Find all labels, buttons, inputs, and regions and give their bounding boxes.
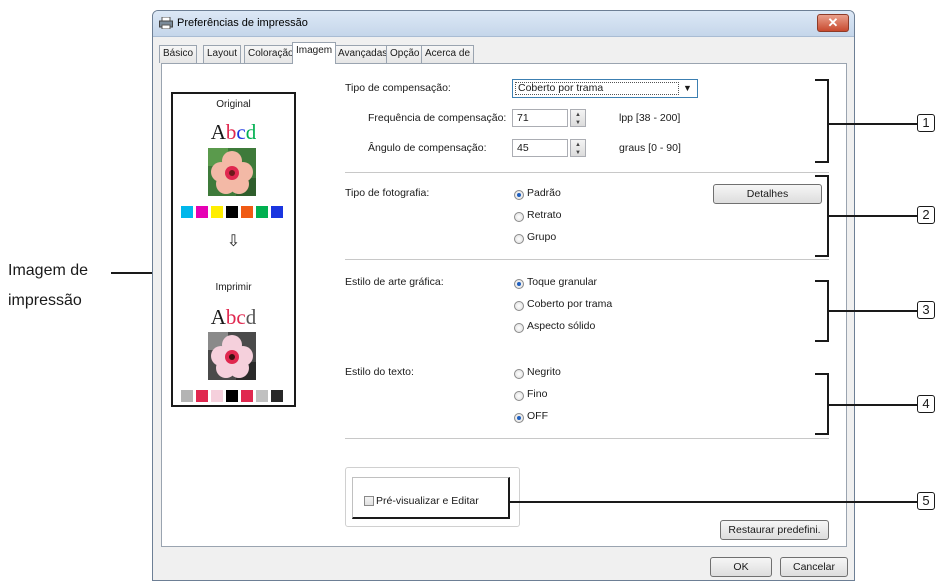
divider [345, 172, 829, 173]
print-color-swatch [256, 390, 268, 402]
radio-coberto-por-trama-label: Coberto por trama [527, 298, 613, 310]
radio-fino-label: Fino [527, 388, 548, 400]
angle-label: Ângulo de compensação: [368, 142, 487, 154]
radio-off[interactable] [514, 413, 524, 423]
angle-stepper[interactable]: ▲ ▼ [570, 139, 586, 157]
print-sample-text: Abcd [210, 305, 257, 329]
print-flower-image [208, 332, 256, 380]
preview-edit-checkbox[interactable] [364, 496, 374, 506]
tab-imagem[interactable]: Imagem [292, 42, 337, 64]
bracket-1 [815, 79, 829, 163]
original-sample-text: Abcd [210, 120, 257, 144]
divider [345, 438, 829, 439]
radio-aspecto-solido[interactable] [514, 323, 524, 333]
radio-toque-granular-label: Toque granular [527, 276, 598, 288]
print-color-swatch [271, 390, 283, 402]
radio-negrito[interactable] [514, 369, 524, 379]
tab-layout[interactable]: Layout [203, 45, 242, 63]
radio-negrito-label: Negrito [527, 366, 561, 378]
callout-3: 3 [917, 301, 935, 319]
original-color-swatch [211, 206, 223, 218]
callout-line-5 [510, 501, 917, 503]
original-color-swatch [256, 206, 268, 218]
preview-edit-label: Pré-visualizar e Editar [376, 495, 479, 507]
callout-line-1 [829, 123, 917, 125]
frequency-unit: lpp [38 - 200] [619, 112, 681, 124]
print-image-preview: Original Abcd ⇩ Imprimir Abcd [171, 92, 296, 407]
window-title: Preferências de impressão [177, 17, 308, 29]
annotation-line2: impressão [8, 292, 82, 309]
angle-unit: graus [0 - 90] [619, 142, 681, 154]
bracket-4 [815, 373, 829, 435]
compensation-type-value: Coberto por trama [515, 82, 679, 95]
original-color-swatch [271, 206, 283, 218]
print-color-swatch [226, 390, 238, 402]
radio-aspecto-solido-label: Aspecto sólido [527, 320, 596, 332]
original-color-swatch [196, 206, 208, 218]
radio-grupo[interactable] [514, 234, 524, 244]
callout-1: 1 [917, 114, 935, 132]
original-flower-image [208, 148, 256, 196]
frequency-label: Frequência de compensação: [368, 112, 507, 124]
radio-toque-granular[interactable] [514, 279, 524, 289]
compensation-type-select[interactable]: Coberto por trama ▼ [512, 79, 698, 98]
print-label: Imprimir [215, 282, 252, 293]
radio-coberto-por-trama[interactable] [514, 301, 524, 311]
frequency-stepper[interactable]: ▲ ▼ [570, 109, 586, 127]
text-style-label: Estilo do texto: [345, 366, 414, 378]
callout-5: 5 [917, 492, 935, 510]
tab-acerca-de[interactable]: Acerca de [421, 45, 475, 63]
callout-line-4 [829, 404, 917, 406]
callout-2: 2 [917, 206, 935, 224]
tab-avancadas[interactable]: Avançadas [334, 45, 392, 63]
original-color-swatch [241, 206, 253, 218]
angle-input[interactable]: 45 [512, 139, 568, 157]
radio-padrao[interactable] [514, 190, 524, 200]
original-label: Original [216, 99, 251, 110]
print-color-swatch [211, 390, 223, 402]
close-button[interactable]: ✕ [817, 14, 849, 32]
graphic-style-label: Estilo de arte gráfica: [345, 276, 444, 288]
details-button[interactable]: Detalhes [713, 184, 822, 204]
title-bar: Preferências de impressão ✕ [153, 11, 854, 37]
radio-padrao-label: Padrão [527, 187, 561, 199]
tab-opcao[interactable]: Opção [386, 45, 424, 63]
divider [345, 259, 829, 260]
radio-off-label: OFF [527, 410, 548, 422]
print-color-swatch [241, 390, 253, 402]
restore-defaults-button[interactable]: Restaurar predefini. [720, 520, 829, 540]
print-color-swatch [196, 390, 208, 402]
down-arrow-icon: ⇩ [226, 233, 241, 250]
radio-retrato[interactable] [514, 212, 524, 222]
bracket-2 [815, 175, 829, 257]
tab-coloracao[interactable]: Coloração [244, 45, 298, 63]
frequency-input[interactable]: 71 [512, 109, 568, 127]
ok-button[interactable]: OK [710, 557, 772, 577]
original-color-swatch [226, 206, 238, 218]
annotation-line1: Imagem de [8, 262, 89, 279]
callout-line-2 [829, 215, 917, 217]
radio-fino[interactable] [514, 391, 524, 401]
original-color-swatch [181, 206, 193, 218]
cancel-button[interactable]: Cancelar [780, 557, 848, 577]
compensation-type-label: Tipo de compensação: [345, 82, 451, 94]
print-color-swatch [181, 390, 193, 402]
tab-basico[interactable]: Básico [159, 45, 198, 63]
bracket-3 [815, 280, 829, 342]
radio-retrato-label: Retrato [527, 209, 562, 221]
photo-type-label: Tipo de fotografia: [345, 187, 430, 199]
radio-grupo-label: Grupo [527, 231, 557, 243]
callout-4: 4 [917, 395, 935, 413]
chevron-down-icon: ▼ [683, 83, 692, 93]
printer-icon [159, 17, 173, 29]
callout-line-3 [829, 310, 917, 312]
